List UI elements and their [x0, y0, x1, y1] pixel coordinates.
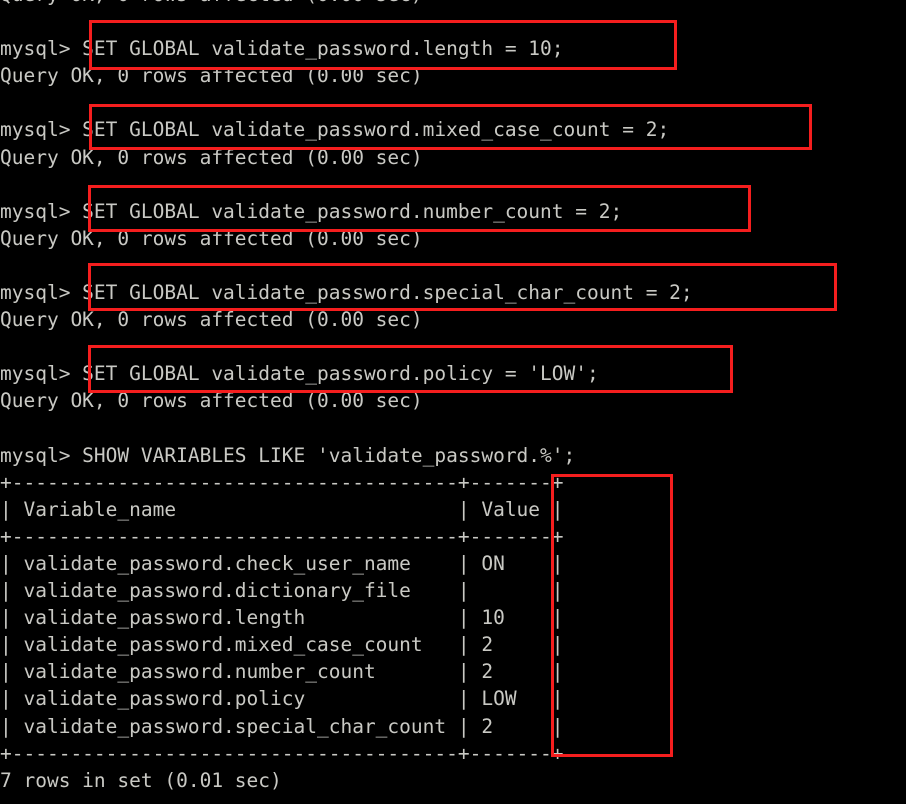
terminal-line: mysql> SET GLOBAL validate_password.spec… [0, 281, 693, 305]
terminal-line: Query OK, 0 rows affected (0.00 sec) [0, 0, 423, 6]
terminal-line: | validate_password.number_count | 2 | [0, 660, 564, 684]
terminal-line: mysql> SET GLOBAL validate_password.numb… [0, 199, 623, 223]
terminal-line: mysql> SET GLOBAL validate_password.mixe… [0, 118, 670, 142]
terminal-line: Query OK, 0 rows affected (0.00 sec) [0, 308, 423, 332]
terminal-line: | validate_password.mixed_case_count | 2… [0, 633, 564, 657]
terminal-line: 7 rows in set (0.01 sec) [0, 768, 282, 792]
terminal-output[interactable]: Query OK, 0 rows affected (0.00 sec) mys… [0, 0, 906, 794]
terminal-line: Query OK, 0 rows affected (0.00 sec) [0, 145, 423, 169]
terminal-line: | validate_password.check_user_name | ON… [0, 551, 564, 575]
terminal-line: | validate_password.policy | LOW | [0, 687, 564, 711]
terminal-line: mysql> SET GLOBAL validate_password.leng… [0, 37, 564, 61]
terminal-line: +--------------------------------------+… [0, 470, 564, 494]
terminal-line: Query OK, 0 rows affected (0.00 sec) [0, 64, 423, 88]
terminal-line: mysql> SET GLOBAL validate_password.poli… [0, 362, 599, 386]
terminal-line: | validate_password.special_char_count |… [0, 714, 564, 738]
terminal-line: Query OK, 0 rows affected (0.00 sec) [0, 226, 423, 250]
terminal-line: | Variable_name | Value | [0, 497, 564, 521]
terminal-line: | validate_password.dictionary_file | | [0, 579, 564, 603]
terminal-line: +--------------------------------------+… [0, 524, 564, 548]
terminal-line: +--------------------------------------+… [0, 741, 564, 765]
terminal-window: Query OK, 0 rows affected (0.00 sec) mys… [0, 0, 906, 804]
terminal-line: Query OK, 0 rows affected (0.00 sec) [0, 389, 423, 413]
terminal-line: mysql> SHOW VARIABLES LIKE 'validate_pas… [0, 443, 576, 467]
terminal-line: | validate_password.length | 10 | [0, 606, 564, 630]
